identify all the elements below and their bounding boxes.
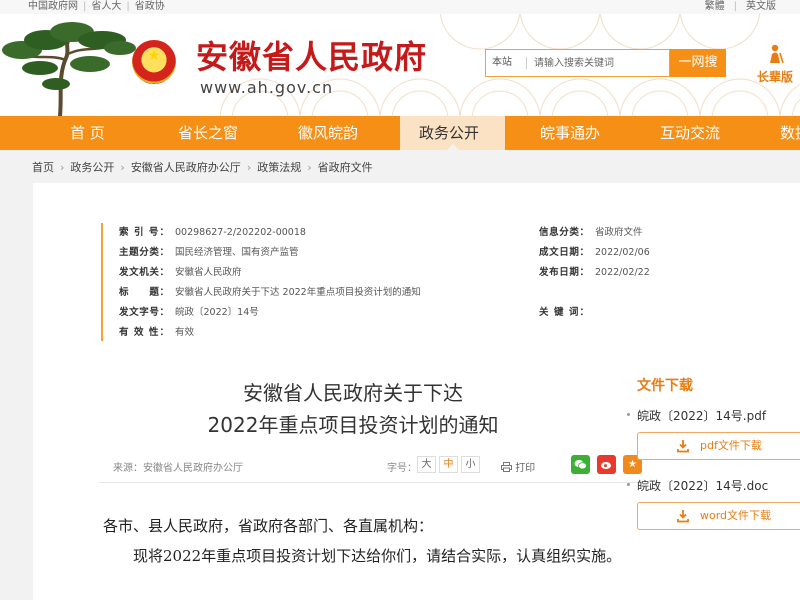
article-paragraph: 现将2022年重点项目投资计划下达给你们，请结合实际，认真组织实施。 bbox=[133, 547, 622, 565]
breadcrumb-separator: › bbox=[246, 161, 252, 174]
meta-label: 成文日期： bbox=[539, 247, 589, 258]
elder-mode-icon bbox=[770, 44, 784, 64]
nav-caret bbox=[446, 144, 459, 150]
download-icon bbox=[677, 510, 689, 523]
elder-mode-button[interactable]: 长辈版 bbox=[752, 44, 798, 84]
document-meta-table: 索 引 号： 00298627-2/202202-00018 信息分类： 省政府文件… bbox=[101, 223, 650, 341]
meta-label: 主题分类： bbox=[119, 247, 169, 258]
search-scope-select[interactable]: 本站 bbox=[492, 50, 527, 76]
content-card: 索 引 号： 00298627-2/202202-00018 信息分类： 省政府文件… bbox=[33, 183, 800, 600]
wechat-icon[interactable] bbox=[571, 455, 590, 474]
article-toolbar: 来源：安徽省人民政府办公厅 字号： 大 中 小 打印 ★ bbox=[99, 453, 642, 483]
article-title: 安徽省人民政府关于下达 2022年重点项目投资计划的通知 bbox=[133, 377, 573, 441]
download-icon bbox=[677, 440, 689, 453]
link-english[interactable]: 英文版 bbox=[746, 1, 776, 12]
nav-interaction[interactable]: 互动交流 bbox=[660, 116, 720, 150]
search-input[interactable] bbox=[534, 52, 664, 74]
nav-services[interactable]: 皖事通办 bbox=[540, 116, 600, 150]
meta-label: 有 效 性： bbox=[119, 327, 169, 338]
language-links: 繁體 | 英文版 bbox=[705, 0, 776, 14]
meta-value: 皖政〔2022〕14号 bbox=[175, 307, 259, 318]
pdf-download-label: pdf文件下载 bbox=[700, 439, 762, 452]
meta-value: 安徽省人民政府 bbox=[175, 267, 242, 278]
divider: | bbox=[733, 1, 737, 12]
meta-label: 信息分类： bbox=[539, 227, 589, 238]
downloads-title: 文件下载 bbox=[637, 378, 693, 394]
article-salutation: 各市、县人民政府，省政府各部门、各直属机构： bbox=[103, 517, 434, 535]
download-file-doc-name[interactable]: 皖政〔2022〕14号.doc bbox=[626, 477, 768, 494]
emblem-icon: ★ bbox=[132, 40, 176, 84]
article-source: 来源：安徽省人民政府办公厅 bbox=[113, 463, 243, 474]
pdf-download-button[interactable]: pdf文件下载 bbox=[637, 432, 800, 460]
top-links: 中国政府网 | 省人大 | 省政协 bbox=[28, 0, 165, 14]
site-url: www.ah.gov.cn bbox=[200, 78, 334, 97]
search-button[interactable]: 一网搜 bbox=[670, 49, 726, 77]
meta-value: 00298627-2/202202-00018 bbox=[175, 227, 306, 238]
pine-tree-illustration bbox=[2, 22, 136, 116]
meta-label: 发文字号： bbox=[119, 307, 169, 318]
breadcrumb-separator: › bbox=[60, 161, 65, 174]
link-cppcc[interactable]: 省政协 bbox=[135, 1, 165, 12]
breadcrumb-home[interactable]: 首页 bbox=[32, 161, 54, 174]
nav-gov-affairs-label: 政务公开 bbox=[419, 124, 480, 142]
print-label: 打印 bbox=[515, 463, 536, 474]
breadcrumb-separator: › bbox=[307, 161, 312, 174]
meta-label: 关 键 词： bbox=[539, 307, 589, 318]
print-icon bbox=[501, 462, 512, 472]
meta-value: 省政府文件 bbox=[595, 227, 643, 238]
meta-value: 2022/02/22 bbox=[595, 267, 650, 278]
nav-data[interactable]: 数据 bbox=[780, 116, 800, 150]
meta-label: 标 题： bbox=[119, 287, 169, 298]
link-traditional[interactable]: 繁體 bbox=[705, 1, 725, 12]
nav-governor[interactable]: 省长之窗 bbox=[178, 116, 238, 150]
breadcrumb-docs[interactable]: 省政府文件 bbox=[318, 161, 373, 174]
link-gov-cn[interactable]: 中国政府网 bbox=[28, 1, 78, 12]
star-icon: ★ bbox=[147, 48, 161, 64]
font-size-medium-button[interactable]: 中 bbox=[439, 456, 458, 473]
search-box: 本站 bbox=[485, 49, 670, 77]
nav-culture[interactable]: 徽风皖韵 bbox=[298, 116, 358, 150]
font-size-large-button[interactable]: 大 bbox=[417, 456, 436, 473]
font-size-small-button[interactable]: 小 bbox=[461, 456, 480, 473]
article-body: 各市、县人民政府，省政府各部门、各直属机构： 现将2022年重点项目投资计划下达… bbox=[103, 511, 643, 571]
print-button[interactable]: 打印 bbox=[501, 459, 535, 474]
divider: | bbox=[126, 1, 130, 12]
meta-value: 国民经济管理、国有资产监管 bbox=[175, 247, 299, 258]
main-nav: 首 页 省长之窗 徽风皖韵 政务公开 皖事通办 互动交流 数据 bbox=[0, 116, 800, 150]
breadcrumb-separator: › bbox=[120, 161, 125, 174]
link-provincial-congress[interactable]: 省人大 bbox=[91, 1, 121, 12]
word-download-button[interactable]: word文件下载 bbox=[637, 502, 800, 530]
font-size-label: 字号： bbox=[387, 463, 417, 474]
breadcrumb-office[interactable]: 安徽省人民政府办公厅 bbox=[131, 161, 241, 174]
breadcrumb-gov-affairs[interactable]: 政务公开 bbox=[70, 161, 114, 174]
site-header: ★ 安徽省人民政府 www.ah.gov.cn 本站 一网搜 长辈版 bbox=[0, 14, 800, 116]
weibo-icon[interactable] bbox=[597, 455, 616, 474]
nav-home[interactable]: 首 页 bbox=[70, 116, 105, 150]
meta-label: 发布日期： bbox=[539, 267, 589, 278]
article-title-line: 安徽省人民政府关于下达 bbox=[243, 381, 463, 405]
nav-gov-affairs[interactable]: 政务公开 bbox=[400, 116, 505, 150]
meta-value: 安徽省人民政府关于下达 2022年重点项目投资计划的通知 bbox=[175, 287, 421, 298]
breadcrumb: 首页 › 政务公开 › 安徽省人民政府办公厅 › 政策法规 › 省政府文件 bbox=[32, 160, 373, 176]
breadcrumb-policy[interactable]: 政策法规 bbox=[257, 161, 301, 174]
article-title-line: 2022年重点项目投资计划的通知 bbox=[207, 413, 499, 437]
word-download-label: word文件下载 bbox=[700, 509, 772, 522]
top-links-bar: 中国政府网 | 省人大 | 省政协 繁體 | 英文版 bbox=[0, 0, 800, 14]
meta-value: 2022/02/06 bbox=[595, 247, 650, 258]
meta-label: 索 引 号： bbox=[119, 227, 169, 238]
meta-value: 有效 bbox=[175, 327, 195, 338]
download-file-pdf-name[interactable]: 皖政〔2022〕14号.pdf bbox=[626, 407, 766, 424]
divider: | bbox=[83, 1, 87, 12]
site-title[interactable]: 安徽省人民政府 bbox=[196, 38, 427, 76]
meta-label: 发文机关： bbox=[119, 267, 169, 278]
elder-mode-label: 长辈版 bbox=[756, 70, 793, 84]
